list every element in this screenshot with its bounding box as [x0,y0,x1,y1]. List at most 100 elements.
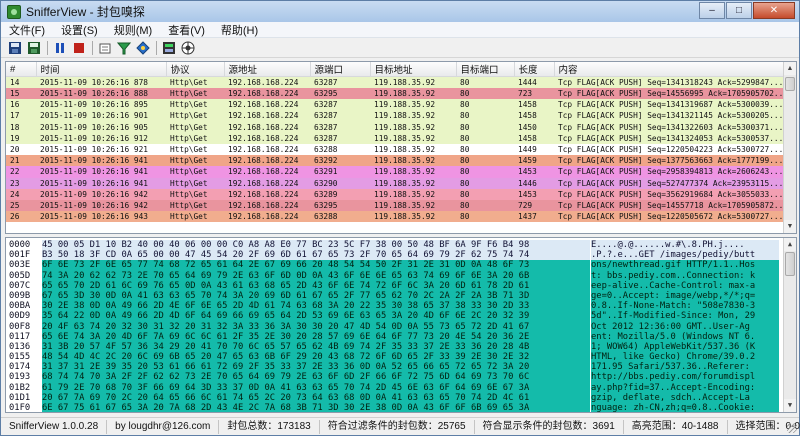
scroll-up-icon[interactable]: ▲ [784,62,796,75]
hex-byte-row[interactable]: 35 64 22 0D 0A 49 66 2D 4D 6F 64 69 66 6… [42,311,590,322]
hex-ascii-row[interactable]: 1; WOW64) AppleWebKit/537.36 (K [591,341,779,353]
table-row[interactable]: 21 2015-11-09 10:26:16 941 Http\Get 192.168… [6,155,784,167]
scroll-down-icon[interactable]: ▼ [784,220,796,233]
hex-ascii-row[interactable]: ay.php?fid=37..Accept-Encoding: [591,382,779,393]
column-header-protocol[interactable]: 协议 [166,62,225,77]
hex-ascii-row[interactable]: 5d"..If-Modified-Since: Mon, 29 [591,311,779,322]
cell-proto: Http\Get [170,100,208,110]
hex-byte-row[interactable]: 6E 67 75 61 67 65 3A 20 7A 68 2D 43 4E 2… [42,403,590,412]
hex-byte-row[interactable]: 6F 6E 73 2F 6E 65 77 74 68 72 65 61 64 2… [42,260,590,271]
settings-icon[interactable] [135,40,151,56]
hex-ascii-row[interactable]: ge=0..Accept: image/webp,*/*;q= [591,290,779,302]
maximize-button[interactable]: □ [726,2,752,19]
table-row[interactable]: 16 2015-11-09 10:26:16 895 Http\Get 192.168… [6,99,784,111]
hex-byte-row[interactable]: 67 65 3D 30 0D 0A 41 63 63 65 70 74 3A 2… [42,290,590,302]
scroll-thumb[interactable] [785,77,795,91]
clear-icon[interactable] [97,40,113,56]
hex-ascii-column[interactable]: E....@.@......w.#\.8.PH.j.... .P.?.e...GE… [591,240,779,412]
hex-byte-row[interactable]: 31 3B 20 57 4F 57 36 34 29 20 41 70 70 6… [42,341,590,353]
cell-src: 192.168.168.224 [228,100,299,110]
hex-byte-row[interactable]: 31 37 31 2E 39 35 20 53 61 66 61 72 69 2… [42,362,590,373]
stop-icon[interactable] [71,40,87,56]
table-row[interactable]: 14 2015-11-09 10:26:16 878 Http\Get 192.168… [6,76,784,88]
pause-icon[interactable] [52,40,68,56]
table-row[interactable]: 19 2015-11-09 10:26:16 912 Http\Get 192.168… [6,132,784,144]
hex-ascii-row[interactable]: ons/newthread.gif HTTP/1.1..Hos [591,260,779,271]
save-as-icon[interactable] [26,40,42,56]
cell-src: 192.168.168.224 [228,122,299,132]
hex-view-scrollbar[interactable]: ▲ ▼ [783,238,796,412]
hex-view[interactable]: 0000 001F 003E 005D 007C 009B 00BA 00D9 00F8 0117… [5,237,797,413]
column-header-dst-port[interactable]: 目标端口 [456,62,515,77]
hex-ascii-row[interactable]: nguage: zh-CN,zh;q=0.8..Cookie: [591,403,779,412]
column-header-src-port[interactable]: 源端口 [310,62,371,77]
scroll-up-icon[interactable]: ▲ [784,238,796,251]
table-row[interactable]: 20 2015-11-09 10:26:16 921 Http\Get 192.168… [6,143,784,156]
hex-byte-row[interactable]: 20 67 7A 69 70 2C 20 64 65 66 6C 61 74 6… [42,392,590,403]
menu-help[interactable]: 帮助(H) [213,22,266,38]
hex-byte-row[interactable]: 48 54 4D 4C 2C 20 6C 69 6B 65 20 47 65 6… [42,352,590,363]
hex-offset: 003E [9,260,31,271]
hex-ascii-row[interactable]: 171.95 Safari/537.36..Referer: [591,362,779,373]
hex-ascii-row[interactable]: t: bbs.pediy.com..Connection: k [591,270,779,281]
packet-list[interactable]: # 时间 协议 源地址 源端口 目标地址 目标端口 长度 内容 14 2015-11-09 10:… [5,61,797,234]
column-header-dst-addr[interactable]: 目标地址 [370,62,457,77]
column-header-length[interactable]: 长度 [514,62,555,77]
menu-file[interactable]: 文件(F) [1,22,53,38]
hex-ascii-row[interactable]: .P.?.e...GET /images/pediy/butt [591,250,779,261]
hex-byte-row[interactable]: 65 6E 74 3A 20 4D 6F 7A 69 6C 6C 61 2F 3… [42,331,590,342]
packet-list-scrollbar[interactable]: ▲ ▼ [783,62,796,233]
table-row[interactable]: 26 2015-11-09 10:26:16 943 Http\Get 192.168… [6,211,784,223]
minimize-button[interactable]: – [699,2,725,19]
menu-rules[interactable]: 规则(M) [106,22,161,38]
scroll-down-icon[interactable]: ▼ [784,399,796,412]
status-bar: SnifferView 1.0.0.28 by lougdhr@126.com … [1,417,800,435]
column-header-no[interactable]: # [6,62,37,77]
hex-ascii-row[interactable]: 0.8..If-None-Match: "508e7830-3 [591,301,779,312]
menu-settings[interactable]: 设置(S) [53,22,106,38]
title-bar[interactable]: SnifferView - 封包嗅探 – □ ✕ [1,1,799,22]
save-icon[interactable] [7,40,23,56]
column-header-time[interactable]: 时间 [36,62,167,77]
close-button[interactable]: ✕ [753,2,795,19]
table-row[interactable]: 17 2015-11-09 10:26:16 901 Http\Get 192.168… [6,110,784,122]
table-row[interactable]: 24 2015-11-09 10:26:16 942 Http\Get 192.168… [6,188,784,200]
table-row[interactable]: 22 2015-11-09 10:26:16 941 Http\Get 192.168… [6,166,784,178]
hex-byte-column[interactable]: 45 00 05 D1 10 B2 40 00 40 06 00 00 C0 A… [42,240,590,412]
filter-icon[interactable] [116,40,132,56]
cell-no: 14 [10,78,20,87]
hex-byte-row[interactable]: 65 65 70 2D 61 6C 69 76 65 0D 0A 43 61 6… [42,280,590,291]
hex-byte-row[interactable]: 61 79 2E 70 68 70 3F 66 69 64 3D 33 37 0… [42,382,590,393]
hex-byte-row[interactable]: 68 74 74 70 3A 2F 2F 62 62 73 2E 70 65 6… [42,372,590,383]
column-header-content[interactable]: 内容 [554,62,785,77]
hex-ascii-row[interactable]: http://bbs.pediy.com/forumdispl [591,372,779,383]
hex-ascii-row[interactable]: Oct 2012 12:36:00 GMT..User-Ag [591,321,779,332]
hex-ascii-row[interactable]: E....@.@......w.#\.8.PH.j.... [591,240,779,251]
menu-view[interactable]: 查看(V) [160,22,213,38]
hex-byte-row[interactable]: 74 3A 20 62 62 73 2E 70 65 64 69 79 2E 6… [42,270,590,281]
cell-src: 192.168.168.224 [228,145,299,155]
status-version: SnifferView 1.0.0.28 [1,419,108,434]
scroll-thumb[interactable] [785,252,795,276]
about-icon[interactable] [180,40,196,56]
hex-offset: 007C [9,280,31,291]
cell-len: 1446 [518,178,537,188]
hex-view-icon[interactable] [161,40,177,56]
resize-grip-icon[interactable] [787,423,797,433]
table-row[interactable]: 23 2015-11-09 10:26:16 941 Http\Get 192.168… [6,177,784,189]
packet-rows: 14 2015-11-09 10:26:16 878 Http\Get 192.168… [6,76,784,223]
hex-byte-row[interactable]: 45 00 05 D1 10 B2 40 00 40 06 00 00 C0 A… [42,240,590,251]
column-header-src-addr[interactable]: 源地址 [224,62,311,77]
hex-ascii-row[interactable]: ent: Mozilla/5.0 (Windows NT 6. [591,331,779,342]
hex-byte-row[interactable]: B3 50 18 3F CD 0A 65 00 00 47 45 54 20 2… [42,250,590,261]
table-row[interactable]: 15 2015-11-09 10:26:16 888 Http\Get 192.168… [6,88,784,100]
table-row[interactable]: 18 2015-11-09 10:26:16 905 Http\Get 192.168… [6,121,784,133]
hex-ascii-row[interactable]: HTML, like Gecko) Chrome/39.0.2 [591,352,779,363]
hex-ascii-row[interactable]: gzip, deflate, sdch..Accept-La [591,392,779,403]
cell-time: 2015-11-09 10:26:16 895 [40,100,148,110]
hex-ascii-row[interactable]: eep-alive..Cache-Control: max-a [591,280,779,291]
table-row[interactable]: 25 2015-11-09 10:26:16 942 Http\Get 192.168… [6,199,784,212]
hex-byte-row[interactable]: 30 2E 38 0D 0A 49 66 2D 4E 6F 6E 65 2D 4… [42,301,590,312]
hex-byte-row[interactable]: 20 4F 63 74 20 32 30 31 32 20 31 32 3A 3… [42,321,590,332]
cell-content: Tcp FLAG[ACK PUSH] Seq=1341319687 Ack=53… [558,100,784,110]
